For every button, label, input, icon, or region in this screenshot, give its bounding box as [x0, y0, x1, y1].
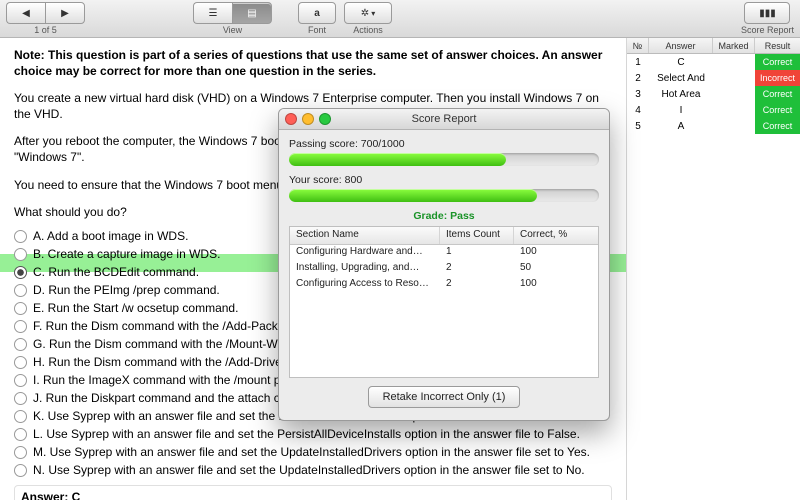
radio-icon: [14, 374, 27, 387]
side-row[interactable]: 1C Correct: [627, 54, 800, 70]
cell-section: Installing, Upgrading, and…: [290, 261, 440, 277]
score-report-button[interactable]: ▮▮▮: [744, 2, 790, 24]
section-table: Section Name Items Count Correct, % Conf…: [289, 226, 599, 378]
radio-icon: [14, 356, 27, 369]
th-section: Section Name: [290, 227, 440, 244]
cell-marked: [713, 54, 755, 70]
cell-marked: [713, 70, 755, 86]
cell-answer: I: [649, 102, 713, 118]
toolbar: ◀ ▶ 1 of 5 ☰ ▤ View a Font ✲ ▾ Act: [0, 0, 800, 38]
gear-icon: ✲: [361, 8, 369, 19]
radio-icon: [14, 428, 27, 441]
score-side-panel: № Answer Marked Result 1CCorrect2Select …: [626, 38, 800, 500]
cell-section: Configuring Access to Reso…: [290, 277, 440, 293]
cell-num: 1: [627, 54, 649, 70]
grid-icon: ▤: [247, 8, 256, 19]
score-report-label: Score Report: [741, 25, 794, 35]
col-marked: Marked: [713, 38, 755, 53]
cell-items: 1: [440, 245, 514, 261]
list-icon: ☰: [209, 8, 218, 19]
section-row: Configuring Access to Reso…2100: [290, 277, 598, 293]
actions-label: Actions: [353, 25, 383, 35]
cell-marked: [713, 86, 755, 102]
radio-icon: [14, 230, 27, 243]
side-row[interactable]: 3Hot Area Correct: [627, 86, 800, 102]
zoom-icon[interactable]: [319, 113, 331, 125]
cell-correct: 100: [514, 277, 594, 293]
radio-icon: [14, 248, 27, 261]
th-correct: Correct, %: [514, 227, 594, 244]
answer-box: Answer: C: [14, 485, 612, 500]
cell-items: 2: [440, 261, 514, 277]
section-row: Installing, Upgrading, and…250: [290, 261, 598, 277]
cell-answer: A: [649, 118, 713, 134]
cell-num: 2: [627, 70, 649, 86]
side-row[interactable]: 4I Correct: [627, 102, 800, 118]
cell-num: 5: [627, 118, 649, 134]
font-label: Font: [308, 25, 326, 35]
question-note: Note: This question is part of a series …: [14, 48, 612, 79]
cell-items: 2: [440, 277, 514, 293]
font-button[interactable]: a: [298, 2, 336, 24]
view-mode-1-button[interactable]: ☰: [193, 2, 232, 24]
your-score-label: Your score: 800: [289, 174, 599, 186]
view-mode-2-button[interactable]: ▤: [232, 2, 272, 24]
bar-chart-icon: ▮▮▮: [759, 8, 776, 19]
passing-score-label: Passing score: 700/1000: [289, 138, 599, 150]
cell-section: Configuring Hardware and…: [290, 245, 440, 261]
cell-num: 3: [627, 86, 649, 102]
th-items: Items Count: [440, 227, 514, 244]
passing-score-bar: [289, 153, 599, 166]
cell-result: Correct: [755, 118, 800, 134]
minimize-icon[interactable]: [302, 113, 314, 125]
cell-result: Correct: [755, 102, 800, 118]
radio-icon: [14, 302, 27, 315]
close-icon[interactable]: [285, 113, 297, 125]
score-report-dialog: Score Report Passing score: 700/1000 You…: [278, 108, 610, 421]
radio-icon: [14, 410, 27, 423]
view-label: View: [223, 25, 242, 35]
side-row[interactable]: 2Select And Incorrect: [627, 70, 800, 86]
section-row: Configuring Hardware and…1100: [290, 245, 598, 261]
radio-icon: [14, 338, 27, 351]
col-answer: Answer: [649, 38, 713, 53]
cell-marked: [713, 118, 755, 134]
cell-marked: [713, 102, 755, 118]
your-score-bar: [289, 189, 599, 202]
radio-icon: [14, 284, 27, 297]
radio-icon: [14, 392, 27, 405]
cell-correct: 100: [514, 245, 594, 261]
side-header: № Answer Marked Result: [627, 38, 800, 54]
cell-answer: C: [649, 54, 713, 70]
col-result: Result: [755, 38, 800, 53]
retake-incorrect-button[interactable]: Retake Incorrect Only (1): [368, 386, 521, 408]
radio-icon: [14, 446, 27, 459]
cell-answer: Hot Area: [649, 86, 713, 102]
chevron-down-icon: ▾: [371, 9, 375, 18]
nav-counter: 1 of 5: [34, 25, 57, 35]
choice-l[interactable]: L. Use Syprep with an answer file and se…: [14, 425, 612, 443]
cell-result: Incorrect: [755, 70, 800, 86]
radio-icon: [14, 320, 27, 333]
dialog-title: Score Report: [412, 113, 477, 125]
cell-answer: Select And: [649, 70, 713, 86]
col-num: №: [627, 38, 649, 53]
radio-icon: [14, 266, 27, 279]
nav-prev-button[interactable]: ◀: [6, 2, 45, 24]
actions-button[interactable]: ✲ ▾: [344, 2, 392, 24]
choice-n[interactable]: N. Use Syprep with an answer file and se…: [14, 461, 612, 479]
cell-result: Correct: [755, 54, 800, 70]
choice-m[interactable]: M. Use Syprep with an answer file and se…: [14, 443, 612, 461]
nav-next-button[interactable]: ▶: [45, 2, 85, 24]
cell-result: Correct: [755, 86, 800, 102]
cell-correct: 50: [514, 261, 594, 277]
cell-num: 4: [627, 102, 649, 118]
dialog-titlebar[interactable]: Score Report: [279, 109, 609, 130]
grade-label: Grade: Pass: [289, 210, 599, 222]
side-row[interactable]: 5A Correct: [627, 118, 800, 134]
radio-icon: [14, 464, 27, 477]
